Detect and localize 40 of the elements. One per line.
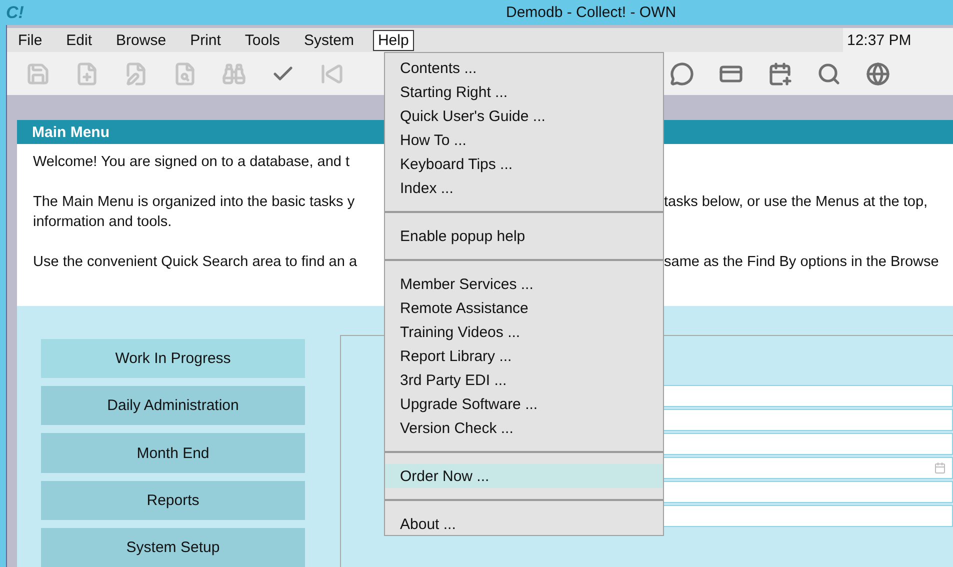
clock: 12:37 PM bbox=[843, 28, 953, 52]
menu-entry[interactable]: 3rd Party EDI ... bbox=[385, 368, 663, 392]
intro-text: same as the Find By options in the Browse bbox=[664, 253, 940, 272]
task-button[interactable]: Month End bbox=[41, 433, 305, 473]
menu-item[interactable]: Tools bbox=[240, 30, 285, 50]
menu-item[interactable]: System bbox=[298, 30, 359, 50]
intro-text: Welcome! You are signed on to a database, and t bbox=[32, 153, 351, 172]
menu-entry[interactable]: Upgrade Software ... bbox=[385, 392, 663, 416]
task-button[interactable]: Work In Progress bbox=[41, 339, 305, 378]
intro-text: information and tools. bbox=[32, 213, 173, 232]
menu-entry[interactable]: Keyboard Tips ... bbox=[385, 152, 663, 176]
task-button[interactable]: Daily Administration bbox=[41, 386, 305, 426]
menu-item[interactable]: Browse bbox=[111, 30, 172, 50]
menu-item[interactable]: File bbox=[13, 30, 48, 50]
menu-item[interactable]: Print bbox=[185, 30, 226, 50]
menu-entry[interactable]: Training Videos ... bbox=[385, 320, 663, 344]
task-button[interactable]: Reports bbox=[41, 480, 305, 520]
menu-item[interactable]: Edit bbox=[61, 30, 98, 50]
intro-text: tasks below, or use the Menus at the top, bbox=[664, 193, 929, 212]
intro-text: Use the convenient Quick Search area to find an a bbox=[32, 253, 358, 272]
calendar-icon bbox=[934, 462, 946, 474]
app-logo: C! bbox=[6, 2, 24, 22]
menu-entry[interactable]: Starting Right ... bbox=[385, 80, 663, 104]
calendar-plus-icon[interactable] bbox=[767, 60, 793, 86]
menu-entry[interactable]: Member Services ... bbox=[385, 272, 663, 296]
menu-item[interactable]: Help bbox=[372, 30, 414, 50]
window-title: Demodb - Collect! - OWN bbox=[506, 4, 676, 21]
globe-icon[interactable] bbox=[865, 60, 891, 86]
speech-bubble-icon[interactable] bbox=[669, 60, 695, 86]
menu-entry[interactable]: Remote Assistance bbox=[385, 296, 663, 320]
menu-entry[interactable]: Order Now ... bbox=[385, 464, 663, 488]
menu-entry[interactable]: Report Library ... bbox=[385, 344, 663, 368]
menu-entry[interactable]: Version Check ... bbox=[385, 416, 663, 440]
menu-entry[interactable]: Enable popup help bbox=[385, 224, 663, 248]
menu-entry[interactable]: About ... bbox=[385, 512, 663, 536]
intro-text: The Main Menu is organized into the basic tasks y bbox=[32, 193, 356, 212]
menu-entry[interactable]: Index ... bbox=[385, 176, 663, 200]
task-button[interactable]: System Setup bbox=[41, 528, 305, 567]
search-icon[interactable] bbox=[816, 60, 842, 86]
menu-entry[interactable]: Contents ... bbox=[385, 56, 663, 80]
